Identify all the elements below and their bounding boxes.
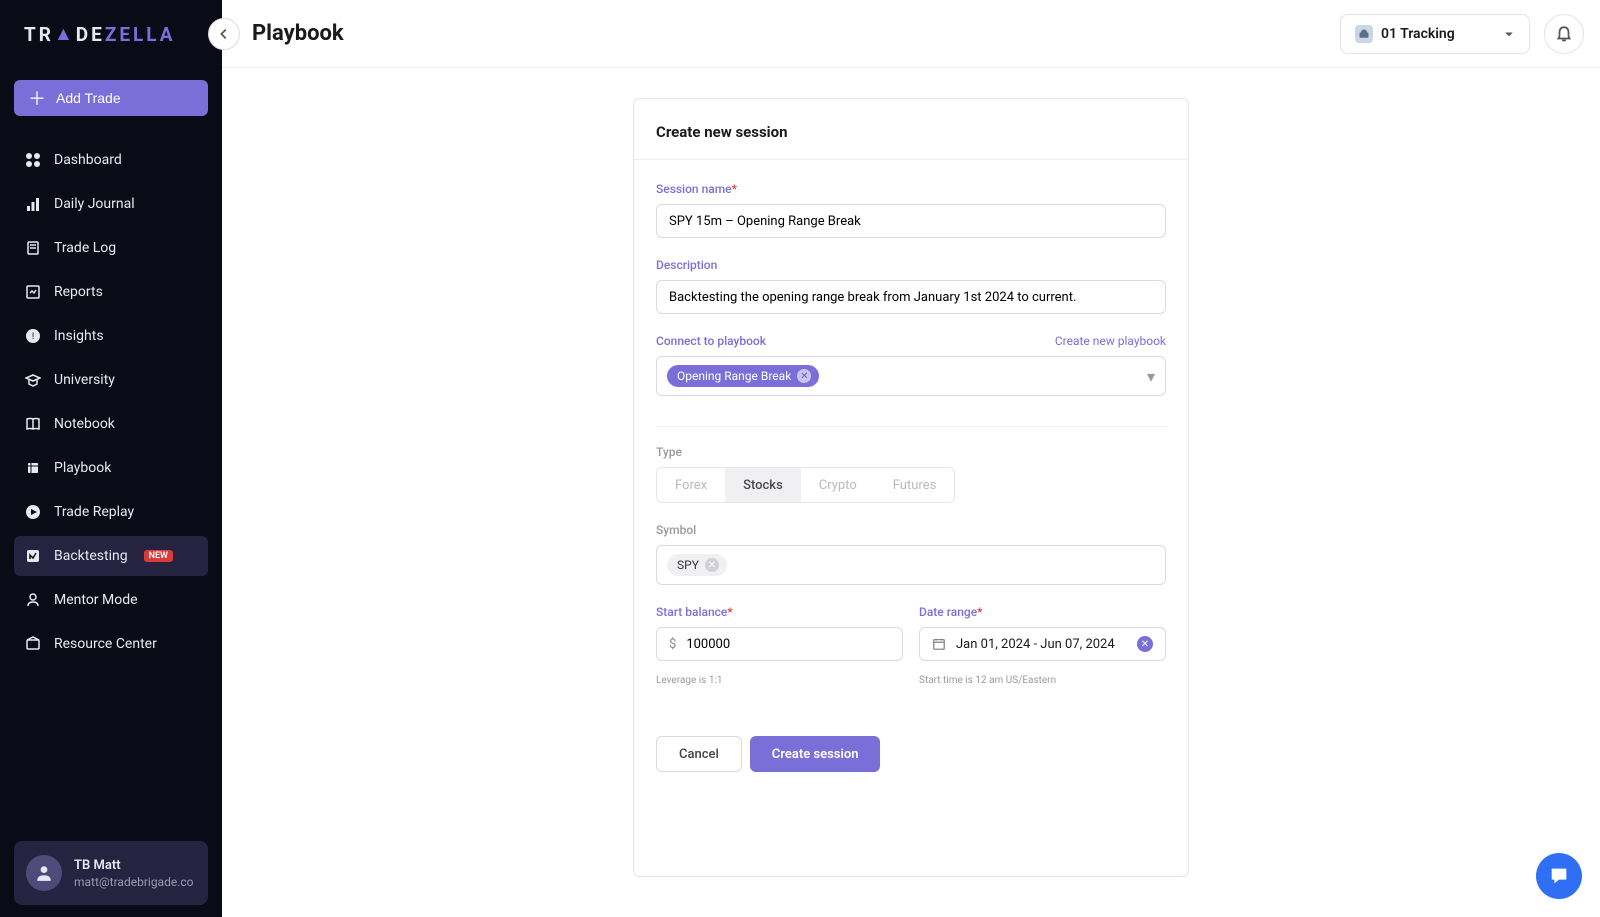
sidebar-item-label: Mentor Mode xyxy=(54,592,138,608)
university-icon xyxy=(24,371,42,389)
symbol-tag: SPY ✕ xyxy=(667,554,727,576)
avatar-icon xyxy=(26,855,62,891)
sidebar-item-label: University xyxy=(54,372,115,388)
add-trade-label: Add Trade xyxy=(56,90,121,106)
type-segmented: Forex Stocks Crypto Futures xyxy=(656,467,955,503)
account-label: 01 Tracking xyxy=(1381,26,1455,42)
type-label: Type xyxy=(656,445,1166,459)
sidebar-item-label: Reports xyxy=(54,284,103,300)
start-balance-label: Start balance* xyxy=(656,605,903,619)
sidebar-item-label: Insights xyxy=(54,328,104,344)
back-button[interactable] xyxy=(208,18,240,50)
description-input[interactable] xyxy=(656,280,1166,314)
type-option-stocks[interactable]: Stocks xyxy=(725,468,801,502)
remove-playbook-icon[interactable]: ✕ xyxy=(797,369,811,383)
sidebar-item-trade-log[interactable]: Trade Log xyxy=(14,228,208,268)
leverage-hint: Leverage is 1:1 xyxy=(656,675,903,686)
session-name-label: Session name* xyxy=(656,182,1166,196)
notebook-icon xyxy=(24,415,42,433)
start-balance-input[interactable] xyxy=(686,637,890,652)
dashboard-icon xyxy=(24,151,42,169)
playbook-tag: Opening Range Break ✕ xyxy=(667,365,819,387)
sidebar-item-playbook[interactable]: Playbook xyxy=(14,448,208,488)
mentor-icon xyxy=(24,591,42,609)
type-option-crypto[interactable]: Crypto xyxy=(801,468,875,502)
add-trade-button[interactable]: ＋ Add Trade xyxy=(14,80,208,116)
replay-icon xyxy=(24,503,42,521)
description-label: Description xyxy=(656,258,1166,272)
sidebar-item-dashboard[interactable]: Dashboard xyxy=(14,140,208,180)
sidebar-item-label: Trade Replay xyxy=(54,504,134,520)
insights-icon: ! xyxy=(24,327,42,345)
plus-icon: ＋ xyxy=(28,85,46,111)
date-range-input[interactable]: Jan 01, 2024 - Jun 07, 2024 ✕ xyxy=(919,627,1166,661)
profile-email: matt@tradebrigade.co xyxy=(74,875,194,889)
sidebar-item-label: Resource Center xyxy=(54,636,157,652)
chat-fab-button[interactable] xyxy=(1536,853,1582,899)
main: Playbook 01 Tracking Create new session xyxy=(222,0,1600,917)
symbol-tag-label: SPY xyxy=(677,558,699,572)
sidebar-item-label: Notebook xyxy=(54,416,115,432)
sidebar-item-reports[interactable]: Reports xyxy=(14,272,208,312)
dollar-icon: $ xyxy=(669,637,676,652)
chevron-down-icon: ▾ xyxy=(1147,367,1155,386)
topbar: Playbook 01 Tracking xyxy=(222,0,1600,68)
resource-icon xyxy=(24,635,42,653)
sidebar-item-resource-center[interactable]: Resource Center xyxy=(14,624,208,664)
create-session-button[interactable]: Create session xyxy=(750,736,881,772)
account-picker[interactable]: 01 Tracking xyxy=(1340,14,1530,54)
playbook-tag-label: Opening Range Break xyxy=(677,369,791,383)
sidebar-item-label: Trade Log xyxy=(54,240,116,256)
new-badge: NEW xyxy=(144,550,173,562)
sidebar-item-university[interactable]: University xyxy=(14,360,208,400)
connect-playbook-label: Connect to playbook xyxy=(656,334,766,348)
log-icon xyxy=(24,239,42,257)
date-range-label: Date range* xyxy=(919,605,1166,619)
sidebar-item-backtesting[interactable]: Backtesting NEW xyxy=(14,536,208,576)
chevron-down-icon xyxy=(1503,28,1515,40)
sidebar-item-daily-journal[interactable]: Daily Journal xyxy=(14,184,208,224)
reports-icon xyxy=(24,283,42,301)
journal-icon xyxy=(24,195,42,213)
sidebar-item-label: Playbook xyxy=(54,460,111,476)
start-balance-input-wrap[interactable]: $ xyxy=(656,627,903,661)
create-session-card: Create new session Session name* Descrip… xyxy=(633,98,1189,877)
type-option-futures[interactable]: Futures xyxy=(875,468,955,502)
cancel-button[interactable]: Cancel xyxy=(656,736,742,772)
profile-card[interactable]: TB Matt matt@tradebrigade.co xyxy=(14,841,208,905)
sidebar-item-label: Daily Journal xyxy=(54,196,135,212)
playbook-select[interactable]: Opening Range Break ✕ ▾ xyxy=(656,356,1166,396)
sidebar-item-label: Backtesting xyxy=(54,548,128,564)
sidebar-item-notebook[interactable]: Notebook xyxy=(14,404,208,444)
card-title: Create new session xyxy=(656,123,1166,141)
timezone-hint: Start time is 12 am US/Eastern xyxy=(919,675,1166,686)
sidebar-item-trade-replay[interactable]: Trade Replay xyxy=(14,492,208,532)
playbook-icon xyxy=(24,459,42,477)
symbol-label: Symbol xyxy=(656,523,1166,537)
clear-date-icon[interactable]: ✕ xyxy=(1137,636,1153,652)
symbol-select[interactable]: SPY ✕ xyxy=(656,545,1166,585)
account-icon xyxy=(1355,25,1373,43)
chat-icon xyxy=(1548,865,1570,887)
profile-name: TB Matt xyxy=(74,858,194,873)
svg-text:!: ! xyxy=(32,332,34,342)
session-name-input[interactable] xyxy=(656,204,1166,238)
notifications-button[interactable] xyxy=(1544,14,1584,54)
sidebar-item-label: Dashboard xyxy=(54,152,122,168)
brand-logo[interactable]: TR▲DEZELLA xyxy=(0,0,222,70)
sidebar-nav: Dashboard Daily Journal Trade Log Report… xyxy=(0,140,222,664)
page-title: Playbook xyxy=(252,21,344,46)
create-new-playbook-link[interactable]: Create new playbook xyxy=(1055,334,1166,348)
bell-icon xyxy=(1555,25,1573,43)
calendar-icon xyxy=(932,637,946,651)
sidebar-item-insights[interactable]: ! Insights xyxy=(14,316,208,356)
backtesting-icon xyxy=(24,547,42,565)
sidebar-item-mentor-mode[interactable]: Mentor Mode xyxy=(14,580,208,620)
sidebar: TR▲DEZELLA ＋ Add Trade Dashboard Daily J… xyxy=(0,0,222,917)
type-option-forex[interactable]: Forex xyxy=(657,468,725,502)
date-range-value: Jan 01, 2024 - Jun 07, 2024 xyxy=(956,637,1115,652)
chevron-left-icon xyxy=(217,27,231,41)
remove-symbol-icon[interactable]: ✕ xyxy=(705,558,719,572)
